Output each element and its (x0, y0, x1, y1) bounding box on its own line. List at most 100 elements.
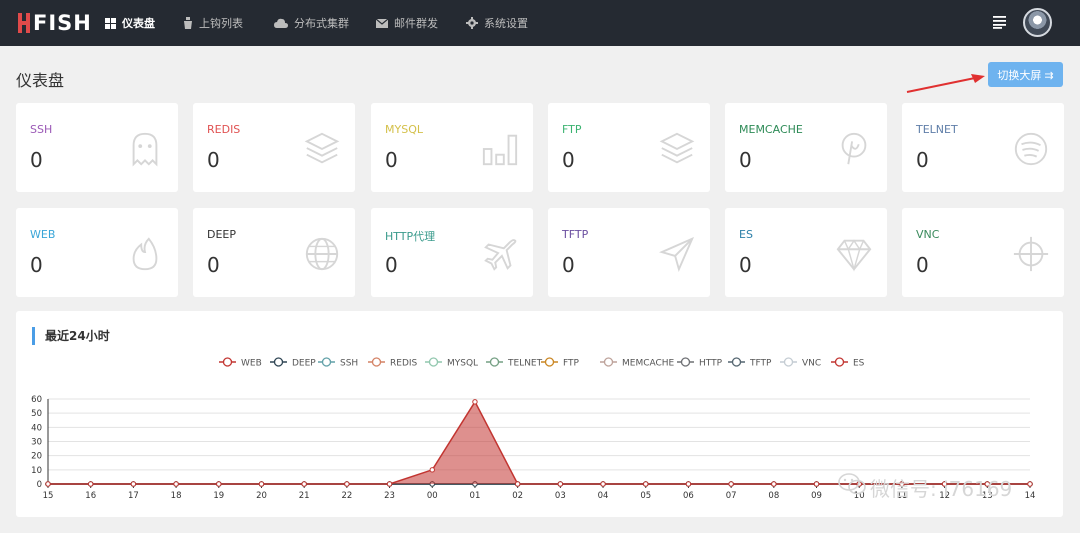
dashboard-icon (105, 17, 116, 29)
x-tick-label: 04 (598, 491, 609, 501)
x-tick-label: 16 (85, 491, 96, 501)
data-point (472, 399, 478, 405)
nav-hooked-list[interactable]: 上钩列表 (183, 0, 243, 46)
legend-label: TFTP (749, 359, 772, 369)
stat-card-ftp[interactable]: FTP 0 (548, 103, 710, 192)
legend-label: TELNET (507, 359, 543, 369)
fire-icon (132, 237, 158, 271)
card-value: 0 (562, 148, 575, 172)
red-arrow-annotation (906, 74, 985, 93)
nav-label: 仪表盘 (122, 17, 155, 30)
legend-marker (783, 357, 794, 367)
card-label: MYSQL (385, 123, 423, 136)
card-label: TFTP (562, 228, 589, 241)
legend-marker (603, 357, 614, 367)
spotify-icon (1014, 132, 1048, 166)
plane-icon (484, 239, 517, 271)
card-label: VNC (916, 228, 940, 241)
watermark-text: 微信号: i76169 (870, 477, 1013, 501)
legend-label: MEMCACHE (622, 359, 675, 369)
card-label: DEEP (207, 228, 237, 241)
legend-label: HTTP (699, 359, 723, 369)
logo-text: FISH (33, 11, 92, 35)
x-tick-label: 02 (512, 491, 523, 501)
top-navbar: FISH 仪表盘 上钩列表 分布式集群 邮件群发 系统设置 (0, 0, 1080, 46)
legend-label: VNC (802, 359, 821, 369)
card-value: 0 (30, 253, 43, 277)
stat-card-http-proxy[interactable]: HTTP代理 0 (371, 208, 533, 297)
stat-card-mysql[interactable]: MYSQL 0 (371, 103, 533, 192)
card-label: WEB (30, 228, 56, 241)
card-value: 0 (207, 253, 220, 277)
card-value: 0 (739, 148, 752, 172)
nav-dashboard[interactable]: 仪表盘 (105, 0, 155, 46)
legend-marker (834, 357, 845, 367)
stat-card-web[interactable]: WEB 0 (16, 208, 178, 297)
stat-card-ssh[interactable]: SSH 0 (16, 103, 178, 192)
legend-label: ES (853, 359, 865, 369)
layers-icon (304, 132, 340, 164)
card-label: MEMCACHE (739, 123, 803, 136)
legend-label: FTP (563, 359, 580, 369)
card-value: 0 (207, 148, 220, 172)
bucket-icon (184, 17, 192, 29)
card-label: TELNET (916, 123, 958, 136)
legend-marker (428, 357, 439, 367)
switch-big-screen-button[interactable]: 切换大屏 ⇉ (988, 62, 1063, 87)
nav-distributed-cluster[interactable]: 分布式集群 (274, 0, 349, 46)
card-value: 0 (385, 148, 398, 172)
stat-card-telnet[interactable]: TELNET 0 (902, 103, 1064, 192)
x-tick-label: 00 (427, 491, 438, 501)
nav-mass-mail[interactable]: 邮件群发 (376, 0, 438, 46)
y-tick-label: 10 (31, 466, 42, 476)
legend-marker (680, 357, 691, 367)
user-avatar[interactable] (1023, 8, 1052, 37)
data-point (301, 481, 307, 487)
legend-label: WEB (241, 359, 262, 369)
stat-card-redis[interactable]: REDIS 0 (193, 103, 355, 192)
stat-card-vnc[interactable]: VNC 0 (902, 208, 1064, 297)
data-point (87, 481, 94, 487)
x-tick-label: 18 (171, 491, 182, 501)
wechat-watermark: 微信号: i76169 (838, 472, 1048, 502)
pinterest-icon (841, 132, 867, 165)
send-icon (659, 236, 695, 272)
legend-marker (273, 357, 284, 367)
stat-card-memcache[interactable]: MEMCACHE 0 (725, 103, 887, 192)
card-label: FTP (562, 123, 582, 136)
data-point (216, 481, 222, 487)
stat-card-deep[interactable]: DEEP 0 (193, 208, 355, 297)
x-tick-label: 08 (768, 491, 779, 501)
legend-label: REDIS (390, 359, 418, 369)
page-title: 仪表盘 (16, 71, 65, 90)
data-point (557, 481, 564, 487)
card-value: 0 (385, 253, 398, 277)
layers-icon (659, 132, 695, 164)
legend-marker (371, 357, 382, 367)
y-tick-label: 20 (31, 452, 42, 462)
card-value: 0 (916, 148, 929, 172)
stat-card-es[interactable]: ES 0 (725, 208, 887, 297)
logo-mark (18, 21, 30, 25)
nav-label: 上钩列表 (199, 17, 243, 30)
data-point (344, 481, 350, 487)
data-point (685, 481, 692, 487)
x-tick-label: 21 (299, 491, 310, 501)
stat-card-tftp[interactable]: TFTP 0 (548, 208, 710, 297)
data-point (813, 481, 820, 487)
nav-label: 系统设置 (484, 17, 528, 30)
legend-marker (222, 357, 233, 367)
x-tick-label: 07 (726, 491, 737, 501)
x-tick-label: 06 (683, 491, 694, 501)
nav-system-settings[interactable]: 系统设置 (466, 0, 528, 46)
nav-label: 分布式集群 (294, 17, 349, 30)
legend-label: SSH (340, 359, 358, 369)
x-tick-label: 01 (470, 491, 481, 501)
data-point (45, 481, 51, 487)
crosshair-icon (1013, 236, 1049, 272)
ghost-icon (132, 132, 158, 167)
menu-icon[interactable] (993, 15, 1008, 29)
data-point (728, 481, 734, 487)
data-point (258, 481, 265, 487)
legend-marker (489, 357, 500, 367)
